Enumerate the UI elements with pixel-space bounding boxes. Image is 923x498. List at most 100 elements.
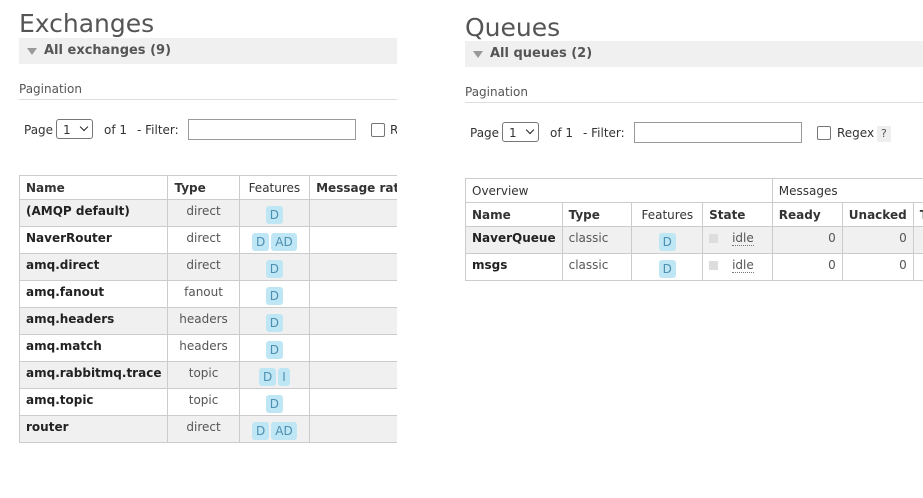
feature-badge: D [658, 260, 676, 278]
table-row: NaverQueue classic Didle 0 0 [465, 226, 923, 254]
page-select[interactable]: 1 [502, 122, 539, 142]
feature-badge: D [265, 287, 283, 305]
feature-badge: D [252, 233, 270, 251]
chevron-down-icon [79, 122, 89, 132]
queue-type: classic [561, 226, 633, 254]
collapse-triangle-icon [473, 51, 483, 58]
queue-unacked: 0 [841, 253, 914, 281]
page-label: Page [24, 123, 54, 137]
col-state[interactable]: State [702, 202, 773, 227]
exchange-message-rate [309, 388, 397, 416]
feature-badge: D [658, 233, 676, 251]
queue-state: idle [702, 226, 773, 254]
exchange-name-link[interactable]: amq.headers [19, 307, 169, 335]
table-row: NaverRouter direct D AD [19, 226, 397, 254]
exchange-name-link[interactable]: amq.match [19, 334, 169, 362]
queues-group-header-row: Overview Messages [465, 178, 923, 203]
exchange-type: topic [167, 361, 240, 389]
exchange-message-rate [309, 361, 397, 389]
exchange-message-rate [309, 253, 397, 281]
exchange-message-rate [309, 280, 397, 308]
page-select[interactable]: 1 [56, 119, 93, 139]
queue-total [912, 226, 923, 254]
queue-name-link[interactable]: NaverQueue [465, 226, 563, 254]
queue-ready: 0 [771, 226, 843, 254]
group-messages: Messages [771, 178, 923, 203]
col-type[interactable]: Type [167, 175, 240, 200]
exchange-type: fanout [167, 280, 240, 308]
col-message-rate: Message rate [309, 175, 397, 200]
pagination-label: Pagination [465, 85, 528, 99]
feature-badge: AD [271, 422, 297, 440]
regex-label: Regex [837, 126, 875, 140]
exchange-features: DI [238, 361, 311, 389]
queue-total [912, 253, 923, 281]
table-row: amq.direct direct D [19, 253, 397, 281]
feature-badge: D [265, 341, 283, 359]
exchange-name-link[interactable]: NaverRouter [19, 226, 169, 254]
exchange-type: direct [167, 253, 240, 281]
exchange-name-link[interactable]: amq.topic [19, 388, 169, 416]
col-total[interactable]: T [912, 202, 923, 227]
filter-label: - Filter: [137, 123, 179, 137]
exchange-name-link[interactable]: amq.fanout [19, 280, 169, 308]
pagination-controls: Page 1 of 1 - Filter: Regex ? [470, 122, 920, 144]
queue-unacked: 0 [841, 226, 914, 254]
queues-panel: Queues All queues (2) Pagination Page 1 … [465, 0, 923, 498]
col-ready[interactable]: Ready [771, 202, 843, 227]
page-count: of 1 [550, 126, 574, 140]
table-row: amq.headers headers D [19, 307, 397, 335]
col-features: Features [238, 175, 311, 200]
col-name[interactable]: Name [19, 175, 169, 200]
col-unacked[interactable]: Unacked [841, 202, 914, 227]
queue-features: D [631, 226, 704, 254]
all-queues-toggle[interactable]: All queues (2) [465, 41, 923, 67]
regex-checkbox[interactable] [371, 123, 385, 137]
exchange-message-rate [309, 226, 397, 254]
feature-badge: D [265, 260, 283, 278]
page-select-value: 1 [509, 126, 517, 140]
exchange-message-rate [309, 334, 397, 362]
exchange-features: D [238, 307, 311, 335]
regex-checkbox[interactable] [817, 126, 831, 140]
exchange-features: D [238, 253, 311, 281]
table-row: amq.rabbitmq.trace topic D I [19, 361, 397, 389]
filter-input[interactable] [634, 122, 802, 143]
queue-name-link[interactable]: msgs [465, 253, 563, 281]
exchange-features: D [238, 199, 311, 227]
exchanges-title: Exchanges [19, 9, 155, 38]
all-exchanges-toggle[interactable]: All exchanges (9) [19, 38, 397, 64]
exchange-features: D AD [238, 226, 311, 254]
queue-ready: 0 [771, 253, 843, 281]
exchange-type: direct [167, 226, 240, 254]
state-label: idle [732, 231, 754, 246]
exchange-name-link[interactable]: amq.direct [19, 253, 169, 281]
state-indicator-icon [709, 261, 719, 270]
pagination-label: Pagination [19, 82, 82, 96]
exchange-type: headers [167, 307, 240, 335]
pagination-divider [465, 102, 923, 103]
table-row: router direct D AD [19, 415, 397, 443]
regex-help-button[interactable]: ? [877, 126, 891, 142]
col-name[interactable]: Name [465, 202, 563, 227]
queues-table: Overview Messages Name Type Features Sta… [465, 178, 923, 281]
exchange-type: direct [167, 415, 240, 443]
exchange-type: topic [167, 388, 240, 416]
exchange-name-link[interactable]: router [19, 415, 169, 443]
col-type[interactable]: Type [561, 202, 633, 227]
filter-input[interactable] [188, 119, 356, 140]
chevron-down-icon [525, 125, 535, 135]
queue-features: D [631, 253, 704, 281]
all-queues-label: All queues (2) [490, 46, 593, 61]
queues-title: Queues [465, 13, 561, 42]
queue-type: classic [561, 253, 633, 281]
exchange-name-link[interactable]: amq.rabbitmq.trace [19, 361, 169, 389]
exchange-features: D [238, 334, 311, 362]
page-count: of 1 [104, 123, 128, 137]
regex-label: R [390, 123, 397, 137]
feature-badge: D [265, 395, 283, 413]
table-row: msgs classic Didle 0 0 [465, 253, 923, 281]
exchange-type: direct [167, 199, 240, 227]
feature-badge: AD [271, 233, 297, 251]
exchange-name-link[interactable]: (AMQP default) [19, 199, 169, 227]
